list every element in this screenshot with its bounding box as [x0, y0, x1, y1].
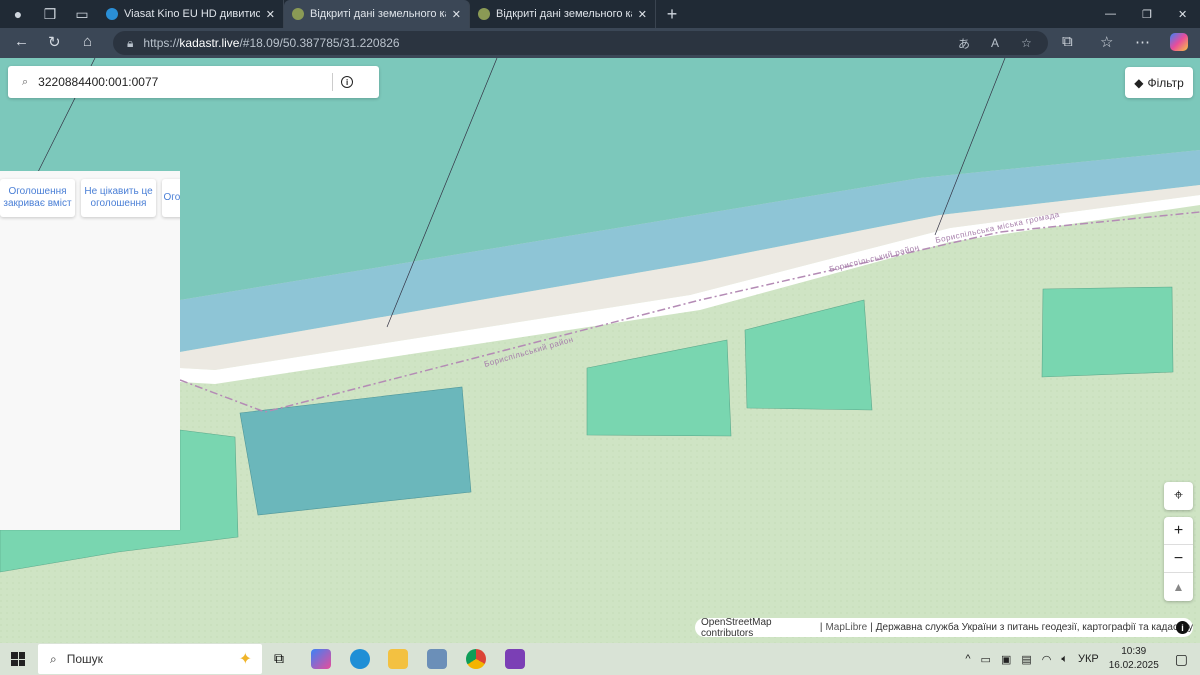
favorite-star-icon[interactable]: ☆ [1021, 36, 1032, 50]
back-icon[interactable]: ← [14, 33, 29, 50]
windows-start-icon[interactable] [11, 652, 25, 666]
ad-feedback-covers-content[interactable]: Оголошення закриває вміст [0, 179, 75, 217]
map-canvas[interactable]: Бориспільський район Бориспільський райо… [0, 58, 1200, 643]
task-view-icon[interactable]: ⧉ [274, 650, 284, 667]
favicon-icon [478, 8, 490, 20]
ad-panel: Оголошення закриває вміст Не цікавить це… [0, 171, 180, 530]
tab-kadastr[interactable]: Відкриті дані земельного кадаст✕ [470, 0, 656, 28]
close-tab-icon[interactable]: ✕ [452, 8, 461, 21]
new-tab-icon[interactable]: + [656, 4, 688, 25]
copilot-icon[interactable] [1170, 33, 1188, 51]
volume-icon[interactable]: 🔈︎ [1061, 653, 1068, 666]
zoom-controls: + − ▲ [1164, 517, 1193, 601]
cadastral-search-box: ⌕ i [8, 66, 379, 98]
battery-icon[interactable]: ▭ [981, 653, 991, 666]
filter-button[interactable]: ◆ Фільтр [1125, 67, 1193, 98]
parcel[interactable] [1041, 286, 1174, 378]
system-tray: ^ ▭ ▣ ▤ ◠ 🔈︎ УКР 10:39 16.02.2025 ▢ [965, 643, 1200, 675]
taskbar-search[interactable]: ⌕ Пошук ✦ [38, 644, 262, 674]
tab-viasat[interactable]: Viasat Kino EU HD дивитися на S✕ [98, 0, 284, 28]
browser-tab-bar: ● ❒ ▭ Viasat Kino EU HD дивитися на S✕ В… [0, 0, 1200, 28]
attribution-info-icon[interactable]: i [1176, 621, 1189, 634]
minimize-icon[interactable]: — [1105, 8, 1116, 20]
close-tab-icon[interactable]: ✕ [266, 8, 275, 21]
maplibre-link[interactable]: MapLibre [825, 622, 867, 633]
geolocate-button[interactable]: ⌖ [1164, 482, 1193, 510]
tab-actions-icon[interactable]: ▭ [66, 6, 98, 23]
extensions-icon[interactable]: ⧉ [1062, 33, 1073, 50]
zoom-out-button[interactable]: − [1164, 545, 1193, 573]
favicon-icon [292, 8, 304, 20]
osm-link[interactable]: OpenStreetMap contributors [701, 617, 817, 639]
favicon-icon [106, 8, 118, 20]
language-indicator[interactable]: УКР [1078, 653, 1099, 665]
read-aloud-icon[interactable]: A [991, 36, 999, 50]
camera-icon[interactable]: ▣ [1001, 653, 1011, 666]
app-icon[interactable] [427, 649, 447, 669]
home-icon[interactable]: ⌂ [83, 33, 92, 50]
ad-feedback-other[interactable]: Оголошення не [162, 179, 180, 217]
edge-app-icon[interactable] [350, 649, 370, 669]
close-window-icon[interactable]: ✕ [1178, 8, 1187, 21]
address-bar: ← ↻ ⌂ 🔒︎ https://kadastr.live/#18.09/50.… [0, 28, 1200, 58]
file-explorer-icon[interactable] [388, 649, 408, 669]
url-field[interactable]: 🔒︎ https://kadastr.live/#18.09/50.387785… [113, 31, 1048, 55]
workspaces-icon[interactable]: ❒ [34, 6, 66, 23]
more-icon[interactable]: ⋯ [1135, 33, 1150, 51]
favorites-icon[interactable]: ☆ [1100, 33, 1113, 51]
close-tab-icon[interactable]: ✕ [638, 8, 647, 21]
sparkle-icon: ✦ [238, 651, 252, 668]
zoom-in-button[interactable]: + [1164, 517, 1193, 545]
map-attribution: OpenStreetMap contributors | MapLibre | Де… [695, 617, 1193, 639]
copilot-app-icon[interactable] [311, 649, 331, 669]
windows-taskbar: ⌕ Пошук ✦ ⧉ ^ ▭ ▣ ▤ ◠ 🔈︎ УКР 10:39 16.02.20… [0, 643, 1200, 675]
gov-attribution: Державна служба України з питань геодезі… [875, 622, 1193, 633]
restore-icon[interactable]: ❐ [1142, 8, 1152, 21]
layers-icon: ◆ [1134, 75, 1144, 90]
info-icon[interactable]: i [341, 76, 354, 88]
tab-kadastr-active[interactable]: Відкриті дані земельного кадаст✕ [284, 0, 470, 28]
translate-icon[interactable]: あ [958, 35, 970, 52]
search-input[interactable] [38, 75, 329, 89]
reload-icon[interactable]: ↻ [48, 33, 61, 51]
search-icon: ⌕ [50, 651, 57, 666]
ad-feedback-not-interested[interactable]: Не цікавить це оголошення [81, 179, 156, 217]
crosshair-icon: ⌖ [1173, 487, 1183, 504]
notifications-icon[interactable]: ▢ [1175, 651, 1188, 668]
compass-reset-button[interactable]: ▲ [1164, 573, 1193, 601]
chrome-app-icon[interactable] [466, 649, 486, 669]
search-icon: ⌕ [22, 75, 29, 88]
meet-icon[interactable]: ▤ [1021, 653, 1031, 666]
clock[interactable]: 10:39 16.02.2025 [1109, 645, 1159, 673]
chevron-up-icon[interactable]: ^ [965, 653, 970, 665]
onenote-app-icon[interactable] [505, 649, 525, 669]
profile-avatar-icon[interactable]: ● [2, 6, 34, 22]
lock-icon: 🔒︎ [127, 35, 134, 50]
wifi-icon[interactable]: ◠ [1042, 653, 1052, 666]
